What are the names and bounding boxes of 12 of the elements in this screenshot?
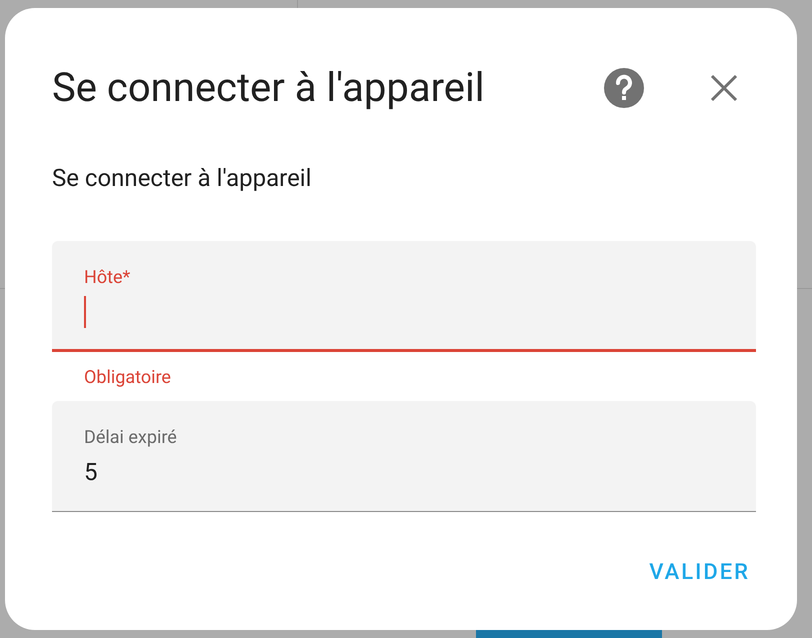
field-label: Délai expiré <box>84 427 178 450</box>
close-icon[interactable] <box>708 72 740 104</box>
submit-button[interactable]: VALIDER <box>643 552 756 593</box>
dialog-title: Se connecter à l'appareil <box>52 68 486 108</box>
field-label: Hôte* <box>84 267 132 290</box>
field-value: 5 <box>84 456 98 488</box>
text-cursor <box>84 296 86 328</box>
dialog-subtitle: Se connecter à l'appareil <box>52 166 312 190</box>
error-message: Obligatoire <box>84 367 171 388</box>
help-icon[interactable] <box>604 68 644 108</box>
input-field[interactable]: Délai expiré 5 <box>52 401 756 512</box>
input-field[interactable]: Hôte* <box>52 241 756 352</box>
